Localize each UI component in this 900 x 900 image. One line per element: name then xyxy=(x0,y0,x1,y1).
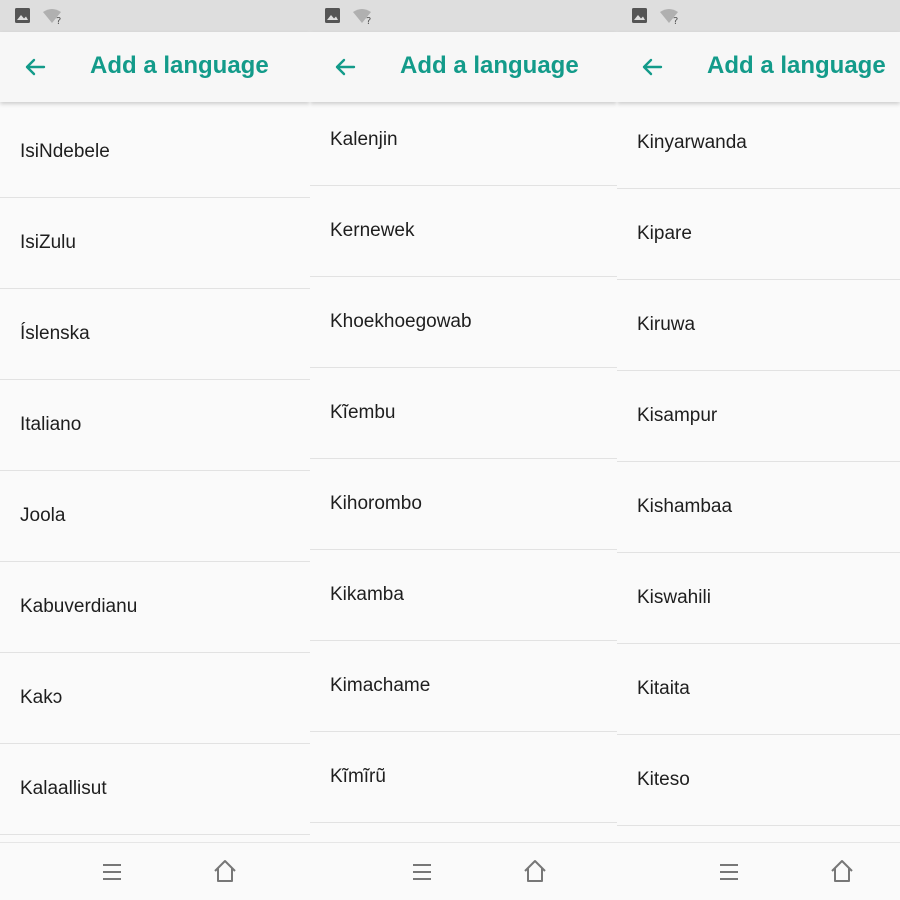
language-label: IsiZulu xyxy=(20,232,76,253)
language-label: Kiruwa xyxy=(637,314,696,335)
language-label: Kishambaa xyxy=(637,496,733,517)
language-item[interactable]: IsiZulu xyxy=(0,198,310,289)
back-arrow-icon[interactable] xyxy=(330,52,360,82)
screen-3: ? Add a language Kinyarwanda Kipare Kiru… xyxy=(617,0,900,900)
page-title: Add a language xyxy=(90,52,269,79)
language-item[interactable]: Kĩembu xyxy=(310,368,617,459)
language-item[interactable]: Kikamba xyxy=(310,550,617,641)
language-label: Italiano xyxy=(20,414,82,435)
language-item[interactable]: Khoekhoegowab xyxy=(310,277,617,368)
language-label: Kiswahili xyxy=(637,587,711,608)
menu-icon[interactable] xyxy=(411,861,433,883)
screens-container: ? Add a language IsiNdebele IsiZulu Ísle… xyxy=(0,0,900,900)
language-label: Kiteso xyxy=(637,769,690,790)
language-label: Kimachame xyxy=(330,675,431,696)
language-label: Kakɔ xyxy=(20,687,63,708)
language-list[interactable]: Kinyarwanda Kipare Kiruwa Kisampur Kisha… xyxy=(617,102,900,842)
svg-text:?: ? xyxy=(366,16,371,25)
language-label: Íslenska xyxy=(20,323,90,344)
language-item[interactable]: Italiano xyxy=(0,380,310,471)
language-item[interactable]: Kipare xyxy=(617,189,900,280)
language-item[interactable]: Kishambaa xyxy=(617,462,900,553)
language-label: Kihorombo xyxy=(330,493,422,514)
app-bar: Add a language xyxy=(0,32,310,102)
language-label: Kernewek xyxy=(330,220,415,241)
language-item[interactable]: Kiswahili xyxy=(617,553,900,644)
language-item[interactable]: Kalenjin xyxy=(310,102,617,186)
language-label: IsiNdebele xyxy=(20,141,110,162)
navigation-bar xyxy=(310,842,617,900)
language-item[interactable]: Íslenska xyxy=(0,289,310,380)
language-item[interactable]: Kiteso xyxy=(617,735,900,826)
svg-text:?: ? xyxy=(56,16,61,25)
navigation-bar xyxy=(617,842,900,900)
language-item[interactable]: IsiNdebele xyxy=(0,107,310,198)
app-bar: Add a language xyxy=(617,32,900,102)
language-label: Kinyarwanda xyxy=(637,132,747,153)
menu-icon[interactable] xyxy=(101,861,123,883)
wifi-unknown-icon: ? xyxy=(43,9,61,25)
home-icon[interactable] xyxy=(522,858,548,884)
menu-icon[interactable] xyxy=(718,861,740,883)
screen-1: ? Add a language IsiNdebele IsiZulu Ísle… xyxy=(0,0,310,900)
language-label: Kalaallisut xyxy=(20,778,107,799)
language-label: Kitaita xyxy=(637,678,690,699)
language-label: Kĩembu xyxy=(330,402,396,423)
language-label: Kĩmĩrũ xyxy=(330,766,386,787)
status-bar: ? xyxy=(617,0,900,32)
language-label: Kalenjin xyxy=(330,129,398,150)
language-item[interactable]: Kĩmĩrũ xyxy=(310,732,617,823)
status-bar: ? xyxy=(0,0,310,32)
language-item[interactable]: Kakɔ xyxy=(0,653,310,744)
language-item[interactable]: Kihorombo xyxy=(310,459,617,550)
status-bar: ? xyxy=(310,0,617,32)
language-item[interactable]: Kabuverdianu xyxy=(0,562,310,653)
language-item[interactable]: Kiruwa xyxy=(617,280,900,371)
language-item[interactable]: Kinyarwanda xyxy=(617,102,900,189)
wifi-unknown-icon: ? xyxy=(353,9,371,25)
svg-text:?: ? xyxy=(673,16,678,25)
back-arrow-icon[interactable] xyxy=(20,52,50,82)
app-bar: Add a language xyxy=(310,32,617,102)
language-item[interactable]: Kernewek xyxy=(310,186,617,277)
language-list[interactable]: IsiNdebele IsiZulu Íslenska Italiano Joo… xyxy=(0,102,310,842)
language-item[interactable]: Joola xyxy=(0,471,310,562)
language-item[interactable]: Kalaallisut xyxy=(0,744,310,835)
back-arrow-icon[interactable] xyxy=(637,52,667,82)
image-icon xyxy=(632,8,647,23)
image-icon xyxy=(325,8,340,23)
language-item[interactable]: Kisampur xyxy=(617,371,900,462)
language-list[interactable]: Kalenjin Kernewek Khoekhoegowab Kĩembu K… xyxy=(310,102,617,842)
navigation-bar xyxy=(0,842,310,900)
language-label: Kikamba xyxy=(330,584,404,605)
wifi-unknown-icon: ? xyxy=(660,9,678,25)
language-label: Kisampur xyxy=(637,405,718,426)
language-label: Khoekhoegowab xyxy=(330,311,472,332)
page-title: Add a language xyxy=(400,52,579,79)
language-item[interactable]: Kimachame xyxy=(310,641,617,732)
image-icon xyxy=(15,8,30,23)
home-icon[interactable] xyxy=(829,858,855,884)
language-label: Kabuverdianu xyxy=(20,596,138,617)
page-title: Add a language xyxy=(707,52,886,79)
language-label: Kipare xyxy=(637,223,692,244)
screen-2: ? Add a language Kalenjin Kernewek Khoek… xyxy=(310,0,617,900)
language-label: Joola xyxy=(20,505,66,526)
home-icon[interactable] xyxy=(212,858,238,884)
language-item[interactable]: Kitaita xyxy=(617,644,900,735)
